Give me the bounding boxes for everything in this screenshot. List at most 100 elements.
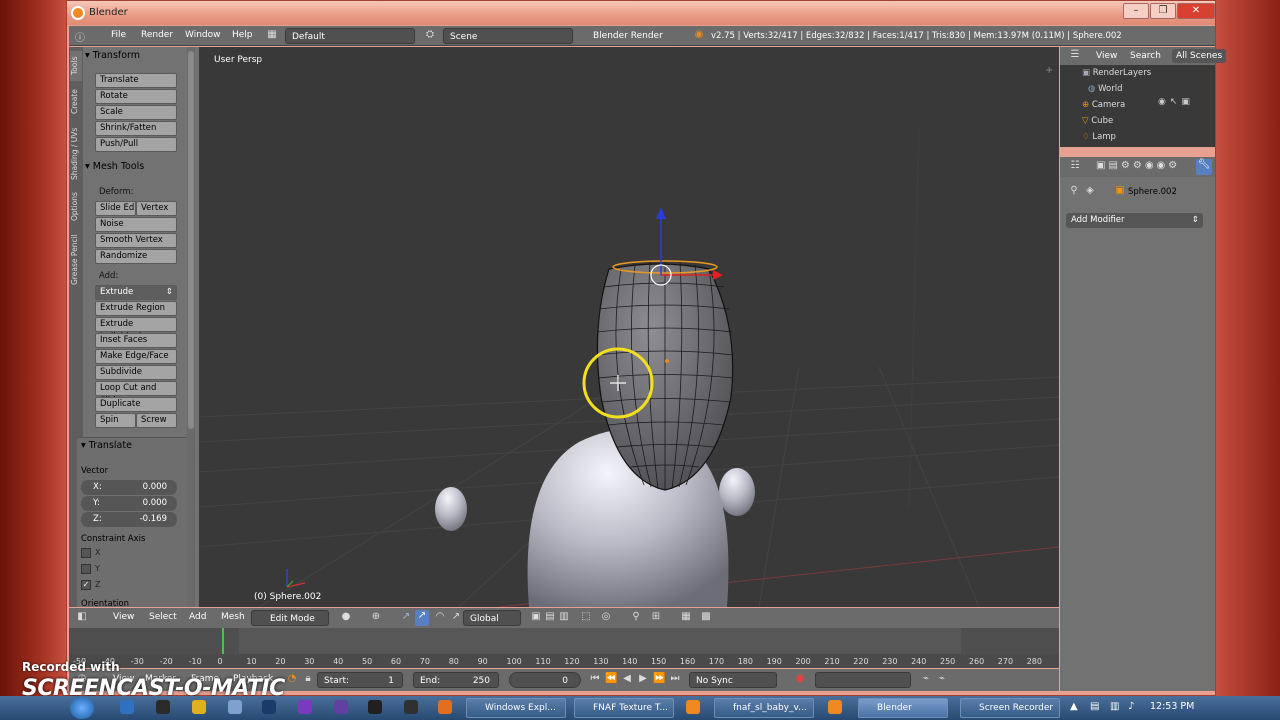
viewport-shading-icon[interactable]: ● (339, 611, 353, 622)
task-firefox[interactable]: FNAF Texture T... (574, 698, 674, 718)
system-clock[interactable]: 12:53 PM (1150, 701, 1194, 712)
start-button[interactable] (70, 697, 94, 719)
scene-icon[interactable]: ⛭ (423, 29, 437, 40)
display-mode-select[interactable]: All Scenes (1172, 49, 1227, 63)
randomize-button[interactable]: Randomize (95, 249, 177, 264)
vector-z-field[interactable]: Z: -0.169 (81, 512, 177, 527)
insert-keyframe-icon[interactable]: ⌁ (919, 673, 933, 684)
operator-panel-header[interactable]: ▾ Translate (81, 440, 132, 451)
constraint-z-checkbox[interactable]: ✓ (81, 580, 91, 590)
ie-icon[interactable] (120, 700, 134, 714)
manipulator-toggle-icon[interactable]: ↗ (415, 610, 429, 626)
x-arrow-icon[interactable] (713, 270, 723, 280)
shrink-fatten-button[interactable]: Shrink/Fatten (95, 121, 177, 136)
rotate-button[interactable]: Rotate (95, 89, 177, 104)
mesh-tools-panel-header[interactable]: ▾ Mesh Tools (85, 159, 197, 175)
constraint-x-checkbox[interactable] (81, 548, 91, 558)
tray-chevron-icon[interactable]: ▲ (1070, 701, 1078, 712)
jump-keyframe-forward-icon[interactable]: ⏩ (653, 673, 665, 684)
subdivide-button[interactable]: Subdivide (95, 365, 177, 380)
mode-select[interactable]: Edit Mode (251, 610, 329, 626)
keying-set-field[interactable] (815, 672, 911, 688)
extrude-individual-button[interactable]: Extrude Individual (95, 317, 177, 342)
tray-icon-1[interactable]: ▤ (1090, 701, 1099, 712)
vertex-select-icon[interactable]: ▣ (529, 611, 543, 622)
pin-icon[interactable]: ⚲ (1068, 185, 1080, 196)
app-icon-2[interactable] (228, 700, 242, 714)
timeline-editor[interactable]: -50 -40 -30 -20 -10 0 10 20 30 40 50 60 70 80 90 100 110… (69, 628, 1059, 668)
scene-field[interactable]: Scene (443, 28, 573, 44)
properties-context-tabs[interactable]: ▣▤⚙⚙◉◉⚙ (1096, 160, 1180, 171)
task-windows-explorer[interactable]: Windows Expl... (466, 698, 566, 718)
occlude-geometry-icon[interactable]: ⬚ (579, 611, 593, 622)
spin-button[interactable]: Spin (95, 413, 136, 428)
render-engine-select[interactable]: Blender Render (587, 28, 679, 44)
menu-mesh[interactable]: Mesh (221, 612, 245, 622)
slide-edge-button[interactable]: Slide Ed (95, 201, 136, 216)
current-frame-field[interactable]: 0 (509, 672, 581, 688)
close-button[interactable]: ✕ (1177, 3, 1215, 19)
tab-shading-uvs[interactable]: Shading / UVs (70, 123, 82, 185)
app-icon-4[interactable] (404, 700, 418, 714)
snap-target-icon[interactable]: ⊞ (649, 611, 663, 622)
rotate-manipulator-icon[interactable]: ◠ (433, 611, 447, 622)
scale-button[interactable]: Scale (95, 105, 177, 120)
modifier-tab-wrench-icon[interactable]: 🔧︎ (1196, 159, 1212, 175)
vs-icon-2[interactable] (334, 700, 348, 714)
lock-icon[interactable]: 🔒︎ (301, 673, 315, 684)
editor-type-3d-icon[interactable]: ◧ (73, 611, 91, 622)
inset-faces-button[interactable]: Inset Faces (95, 333, 177, 348)
push-pull-button[interactable]: Push/Pull (95, 137, 177, 152)
clock-icon[interactable]: ◔ (285, 673, 299, 684)
menu-add[interactable]: Add (189, 612, 206, 622)
translate-button[interactable]: Translate (95, 73, 177, 88)
end-frame-field[interactable]: End: 250 (413, 672, 499, 688)
start-frame-field[interactable]: Start: 1 (317, 672, 403, 688)
add-modifier-button[interactable]: Add Modifier ⇕ (1066, 213, 1203, 228)
volume-icon[interactable]: ♪ (1128, 701, 1134, 712)
minimize-button[interactable]: – (1123, 3, 1149, 19)
layout-icon[interactable]: ▦ (265, 29, 279, 40)
z-arrow-icon[interactable] (656, 207, 666, 219)
tool-shelf-scrollbar[interactable] (187, 47, 195, 607)
3d-viewport[interactable]: User Persp (0) Sphere.002 + (199, 47, 1059, 607)
scale-manipulator-icon[interactable]: ↗ (449, 611, 463, 622)
editor-type-properties-icon[interactable]: ☷ (1066, 160, 1084, 171)
tab-tools[interactable]: Tools (70, 51, 82, 81)
task-fnaf-file[interactable]: fnaf_sl_baby_v... (714, 698, 814, 718)
editor-type-icon[interactable]: ⓘ (73, 29, 87, 44)
task-blender[interactable]: Blender (858, 698, 948, 718)
menu-select[interactable]: Select (149, 612, 177, 622)
edge-select-icon[interactable]: ▤ (543, 611, 557, 622)
transform-orientation-select[interactable]: Global (463, 610, 521, 626)
network-icon[interactable]: ▥ (1110, 701, 1119, 712)
tab-grease-pencil[interactable]: Grease Pencil (70, 229, 82, 291)
outliner-menu-view[interactable]: View (1096, 51, 1117, 61)
viewport-expand-icon[interactable]: + (1045, 65, 1053, 76)
vlc-icon[interactable] (438, 700, 452, 714)
menu-view[interactable]: View (113, 612, 134, 622)
visibility-toggles[interactable]: ◉↖▣ (1158, 97, 1208, 107)
menu-help[interactable]: Help (232, 30, 253, 40)
extrude-region-button[interactable]: Extrude Region (95, 301, 177, 316)
tool-shelf-scroll-thumb[interactable] (188, 51, 194, 429)
jump-end-icon[interactable]: ⏭ (669, 673, 681, 684)
snap-icon[interactable]: ⚲ (629, 611, 643, 622)
menu-render[interactable]: Render (141, 30, 173, 40)
jump-keyframe-back-icon[interactable]: ⏪ (605, 673, 617, 684)
pivot-point-icon[interactable]: ⊕ (369, 611, 383, 622)
extrude-menu-button[interactable]: Extrude ⇕ (95, 285, 177, 300)
screw-button[interactable]: Screw (136, 413, 177, 428)
transform-panel-header[interactable]: ▾ Transform (85, 48, 197, 64)
outliner-menu-search[interactable]: Search (1130, 51, 1161, 61)
window-titlebar[interactable]: Blender – ❐ ✕ (67, 1, 1215, 25)
app-icon-3[interactable] (368, 700, 382, 714)
play-reverse-icon[interactable]: ◀ (621, 673, 633, 684)
tab-create[interactable]: Create (70, 85, 82, 119)
menu-file[interactable]: File (111, 30, 126, 40)
visual-studio-icon[interactable] (298, 700, 312, 714)
outliner-item-cube[interactable]: ▽ Cube (1060, 113, 1215, 129)
folder-icon[interactable] (192, 700, 206, 714)
task-screen-recorder[interactable]: Screen Recorder (960, 698, 1060, 718)
opengl-anim-icon[interactable]: ▩ (699, 611, 713, 622)
